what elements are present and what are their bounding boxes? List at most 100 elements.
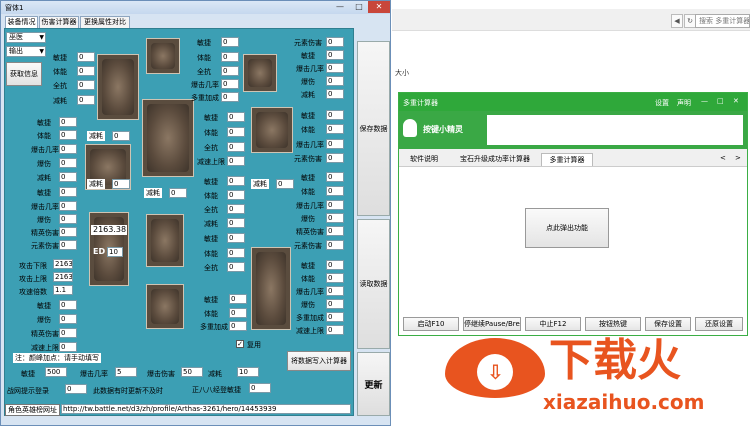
reduce-input[interactable]: 0 <box>112 131 130 141</box>
stat-input[interactable]: 0 <box>59 314 77 324</box>
stat-input[interactable]: 0 <box>326 172 344 182</box>
shoulders-slot[interactable] <box>97 54 139 120</box>
stat-input[interactable]: 0 <box>221 66 239 76</box>
stat-input[interactable]: 0 <box>326 213 344 223</box>
stat-input[interactable]: 0 <box>77 66 95 76</box>
battlenet-login-input[interactable]: 0 <box>65 384 87 394</box>
stat-input[interactable]: 0 <box>326 37 344 47</box>
stat-input[interactable]: 0 <box>59 172 77 182</box>
stat-input[interactable]: 0 <box>59 214 77 224</box>
stat-input[interactable]: 0 <box>229 308 247 318</box>
stat-input[interactable]: 0 <box>227 262 245 272</box>
stop-f12-button[interactable]: 中止F12 <box>525 317 581 331</box>
stat-input[interactable]: 0 <box>229 294 247 304</box>
close-button[interactable]: ✕ <box>368 1 390 13</box>
stat-input[interactable]: 0 <box>227 112 245 122</box>
stat-input[interactable]: 0 <box>326 76 344 86</box>
start-f10-button[interactable]: 启动F10 <box>403 317 459 331</box>
agility-input[interactable]: 500 <box>45 367 67 377</box>
stat-input[interactable]: 0 <box>227 142 245 152</box>
save-data-button[interactable]: 保存数据 <box>357 41 390 216</box>
stat-input[interactable]: 0 <box>326 286 344 296</box>
stat-input[interactable]: 0 <box>229 321 247 331</box>
tab-scroll-right-icon[interactable]: > <box>735 154 741 162</box>
stat-input[interactable]: 0 <box>326 226 344 236</box>
stat-input[interactable]: 0 <box>227 233 245 243</box>
stat-input[interactable]: 0 <box>326 200 344 210</box>
reduce-input[interactable]: 0 <box>276 179 294 189</box>
stat-input[interactable]: 0 <box>77 80 95 90</box>
stat-input[interactable]: 0 <box>59 240 77 250</box>
stat-input[interactable]: 0 <box>326 299 344 309</box>
save-settings-button[interactable]: 保存设置 <box>645 317 691 331</box>
back-icon[interactable]: ◀ <box>671 14 683 28</box>
pause-button[interactable]: 停继续Pause/Break <box>463 317 521 331</box>
reduce-input[interactable]: 0 <box>169 188 187 198</box>
boots-slot[interactable] <box>146 284 184 329</box>
stat-input[interactable]: 0 <box>326 124 344 134</box>
stat-input[interactable]: 0 <box>326 110 344 120</box>
hero-url-input[interactable]: http://tw.battle.net/d3/zh/profile/Artha… <box>61 404 351 414</box>
ed-input[interactable]: 10 <box>107 247 123 257</box>
calc-help-link[interactable]: 声明 <box>677 98 691 108</box>
attack-max-input[interactable]: 2163 <box>53 272 73 282</box>
stat-input[interactable]: 0 <box>326 153 344 163</box>
stat-input[interactable]: 0 <box>59 144 77 154</box>
read-data-button[interactable]: 读取数据 <box>357 219 390 349</box>
stat-input[interactable]: 0 <box>77 95 95 105</box>
reduce-input[interactable]: 0 <box>112 179 130 189</box>
stat-input[interactable]: 0 <box>326 260 344 270</box>
helm-slot[interactable] <box>146 38 180 74</box>
stat-input[interactable]: 0 <box>59 300 77 310</box>
calc-maximize-button[interactable]: □ <box>717 97 724 105</box>
stat-input[interactable]: 0 <box>59 201 77 211</box>
stat-input[interactable]: 0 <box>59 342 77 352</box>
tab-software-info[interactable]: 软件说明 <box>403 153 445 166</box>
attack-speed-input[interactable]: 1.1 <box>53 285 73 295</box>
stat-input[interactable]: 0 <box>326 50 344 60</box>
stat-input[interactable]: 0 <box>221 79 239 89</box>
stat-input[interactable]: 0 <box>326 186 344 196</box>
calc-settings-link[interactable]: 设置 <box>655 98 669 108</box>
reuse-checkbox[interactable]: ✓ <box>236 340 244 348</box>
tab-equipment[interactable]: 装备情况 <box>5 16 38 28</box>
attack-min-input[interactable]: 2163 <box>53 259 73 269</box>
stat-input[interactable]: 0 <box>221 37 239 47</box>
source-select[interactable]: 输出 ▼ <box>6 46 46 57</box>
crit-rate-input[interactable]: 5 <box>115 367 137 377</box>
class-select[interactable]: 巫医 ▼ <box>6 32 46 43</box>
tab-scroll-left-icon[interactable]: < <box>720 154 726 162</box>
stat-input[interactable]: 0 <box>227 204 245 214</box>
stat-input[interactable]: 0 <box>326 312 344 322</box>
chest-slot[interactable] <box>142 99 194 177</box>
stat-input[interactable]: 0 <box>227 248 245 258</box>
stat-input[interactable]: 0 <box>59 227 77 237</box>
amulet-slot[interactable] <box>243 54 277 92</box>
stat-input[interactable]: 0 <box>227 190 245 200</box>
crit-dmg-input[interactable]: 50 <box>181 367 203 377</box>
stat-input[interactable]: 0 <box>326 273 344 283</box>
stat-input[interactable]: 0 <box>326 325 344 335</box>
reduce-input[interactable]: 10 <box>237 367 259 377</box>
stat-input[interactable]: 0 <box>227 156 245 166</box>
maximize-button[interactable]: □ <box>350 1 368 13</box>
tab-attribute-compare[interactable]: 更换属性对比 <box>80 16 130 28</box>
write-to-calculator-button[interactable]: 将数据写入计算器 <box>287 351 351 371</box>
stat-input[interactable]: 0 <box>326 139 344 149</box>
explorer-search-input[interactable]: 搜索 多重计算器 <box>695 14 750 28</box>
tab-damage-calculator[interactable]: 伤害计算器 <box>39 16 79 28</box>
minimize-button[interactable]: — <box>331 1 349 13</box>
bracers-slot[interactable] <box>251 107 293 153</box>
stat-input[interactable]: 0 <box>227 218 245 228</box>
stat-input[interactable]: 0 <box>59 117 77 127</box>
get-info-button[interactable]: 获取信息 <box>6 62 42 86</box>
stat-input[interactable]: 0 <box>326 63 344 73</box>
stat-input[interactable]: 0 <box>326 240 344 250</box>
popup-function-button[interactable]: 点此弹出功能 <box>525 208 609 248</box>
real-agility-input[interactable]: 0 <box>249 383 271 393</box>
stat-input[interactable]: 0 <box>227 127 245 137</box>
stat-input[interactable]: 0 <box>221 92 239 102</box>
stat-input[interactable]: 0 <box>59 130 77 140</box>
stat-input[interactable]: 0 <box>326 89 344 99</box>
shield-slot[interactable] <box>251 247 291 330</box>
